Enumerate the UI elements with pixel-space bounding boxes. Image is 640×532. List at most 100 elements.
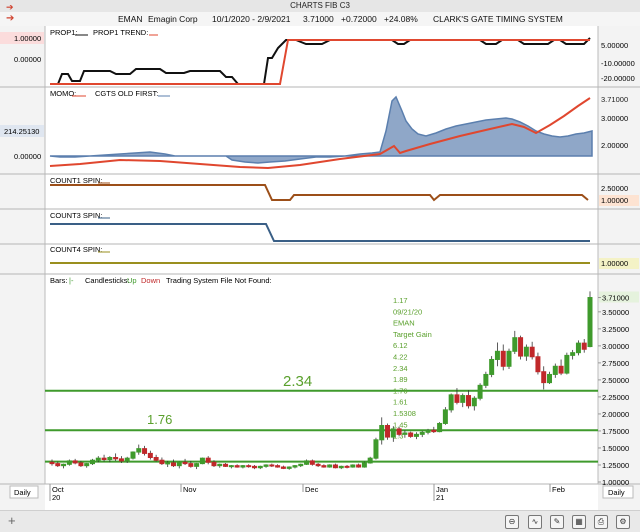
candles-up-legend: Up [127,276,137,285]
candle-body [587,297,593,348]
count3-legend: COUNT3 SPIN: [50,211,103,220]
candle-body [512,337,518,352]
candle-body [442,409,448,424]
bottom-toolbar: + ⊖ ∿ ✎ ▦ ⎙ ⚙ [0,510,640,532]
candle-body [176,461,182,467]
price-tick-label: 1.25000 [602,461,629,470]
system-label: CLARK'S GATE TIMING SYSTEM [433,14,563,24]
change-label: +0.72000 [341,14,377,24]
candle-body [448,394,454,411]
price-tick-label: 3.00000 [602,342,629,351]
candle-body [332,464,338,469]
candle-body [350,464,356,468]
candle-body [280,466,286,469]
momo-left-value-top: 214.25130 [4,127,39,136]
prop-right-tick-1: 5.00000 [601,41,628,50]
momo-left-value-zero: 0.00000 [14,152,41,161]
zoom-out-icon[interactable]: ⊖ [505,515,519,529]
x-label-dec: Dec [305,485,319,494]
chart-area[interactable]: PROP1: PROP1 TREND: 1.00000 0.00000 5.00… [0,26,640,510]
count1-legend: COUNT1 SPIN: [50,176,103,185]
symbol-label: EMAN [118,14,143,24]
count1-right-tick-low: 1.00000 [601,196,628,205]
candle-body [211,461,217,467]
candle-body [159,459,165,465]
candle-body [240,465,246,468]
candle-body [361,462,367,468]
symbol-arrow-icon[interactable]: ➔ [6,12,14,26]
count4-legend: COUNT4 SPIN: [50,245,103,254]
price-tick-label: 1.75000 [602,427,629,436]
print-icon[interactable]: ⎙ [594,515,608,529]
candle-body [483,373,489,386]
prop1-legend: PROP1: [50,28,78,37]
right-period-label: Daily [608,488,625,497]
candle-body [95,457,101,461]
x-label-21: 21 [436,493,444,502]
count4-right-tick: 1.00000 [601,259,628,268]
candle-body [182,461,188,465]
fib-label-176: 1.76 [147,412,172,427]
candle-body [506,350,512,367]
bars-legend: Bars: [50,276,68,285]
fib-list-item: 1.17 [393,296,408,305]
settings-icon[interactable]: ⚙ [616,515,630,529]
candle-body [564,354,570,374]
momo-right-tick-top: 3.71000 [601,95,628,104]
price-tick-label: 3.71000 [602,294,629,303]
draw-icon[interactable]: ✎ [550,515,564,529]
candle-body [315,463,321,467]
pct-change-label: +24.08% [384,14,418,24]
candle-body [257,465,263,469]
company-label: Emagin Corp [148,14,198,24]
date-range-label: 10/1/2020 - 2/9/2021 [212,14,291,24]
x-label-20: 20 [52,493,60,502]
candle-body [263,464,269,467]
add-icon[interactable]: + [8,513,16,528]
candle-body [124,457,130,462]
candle-body [500,350,506,367]
candle-body [292,465,298,468]
fib-list-item: Target Gain [393,330,432,339]
price-tick-label: 2.00000 [602,410,629,419]
candle-body [309,460,315,465]
fib-list-item: 09/21/20 [393,307,422,316]
candle-body [466,395,472,407]
candle-body [269,464,275,467]
candle-body [327,464,333,468]
x-label-nov: Nov [183,485,197,494]
candle-body [575,342,581,354]
layout-icon[interactable]: ▦ [572,515,586,529]
candle-body [130,451,136,459]
candle-body [535,356,541,373]
candle-body [396,428,402,435]
candle-body [338,465,344,469]
fib-list-item: 1.45 [393,420,408,429]
candle-body [55,463,61,467]
candle-body [558,365,564,374]
candle-body [89,459,95,465]
system-file-legend: Trading System File Not Found: [166,276,272,285]
left-period-label: Daily [14,488,31,497]
chart-line-icon[interactable]: ∿ [528,515,542,529]
candle-body [78,462,84,467]
candle-body [356,464,362,468]
bars-legend-suffix: |- [69,276,74,285]
candle-body [228,465,234,468]
fib-list-item: 2.34 [393,364,408,373]
count1-right-tick-top: 2.50000 [601,184,628,193]
candle-body [304,460,310,465]
candle-body [471,397,477,407]
candle-body [547,373,553,384]
candle-body [408,432,414,437]
candle-body [402,432,408,435]
candle-body [419,431,425,435]
chart-background [0,26,640,510]
candle-body [251,465,257,469]
candle-body [541,371,547,384]
candle-body [246,465,252,468]
prop-left-value-1: 1.00000 [14,34,41,43]
candle-body [217,463,223,467]
price-tick-label: 2.25000 [602,393,629,402]
fib-list-item: 1.76 [393,386,408,395]
